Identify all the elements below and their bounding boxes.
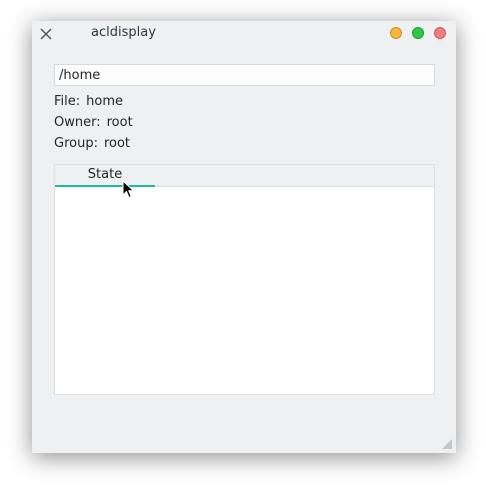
minimize-button[interactable] — [390, 27, 402, 39]
resize-grip-icon[interactable] — [442, 439, 452, 449]
state-tab-content — [55, 187, 434, 394]
tab-state-label: State — [87, 167, 123, 182]
file-row: File: home — [54, 94, 123, 110]
maximize-button[interactable] — [412, 27, 424, 39]
x-icon[interactable] — [39, 27, 53, 41]
tab-state[interactable]: State — [55, 165, 155, 187]
title-bar[interactable]: acldisplay — [32, 21, 456, 47]
acldisplay-window: acldisplay File:home Owner:root Group:ro… — [32, 21, 456, 453]
close-button[interactable] — [434, 27, 446, 39]
group-row: Group: root — [54, 136, 130, 152]
owner-value: root — [106, 115, 133, 130]
window-title: acldisplay — [91, 25, 156, 40]
file-value: home — [86, 94, 123, 109]
file-label: File: — [54, 94, 81, 109]
owner-row: Owner: root — [54, 115, 133, 131]
tab-widget: State — [54, 164, 435, 395]
path-input[interactable] — [54, 64, 435, 86]
desktop: acldisplay File:home Owner:root Group:ro… — [0, 0, 486, 496]
mouse-cursor-icon — [122, 180, 135, 199]
group-value: root — [103, 136, 131, 151]
group-label: Group: — [54, 136, 98, 151]
owner-label: Owner: — [54, 115, 101, 130]
tab-bar: State — [55, 165, 434, 187]
